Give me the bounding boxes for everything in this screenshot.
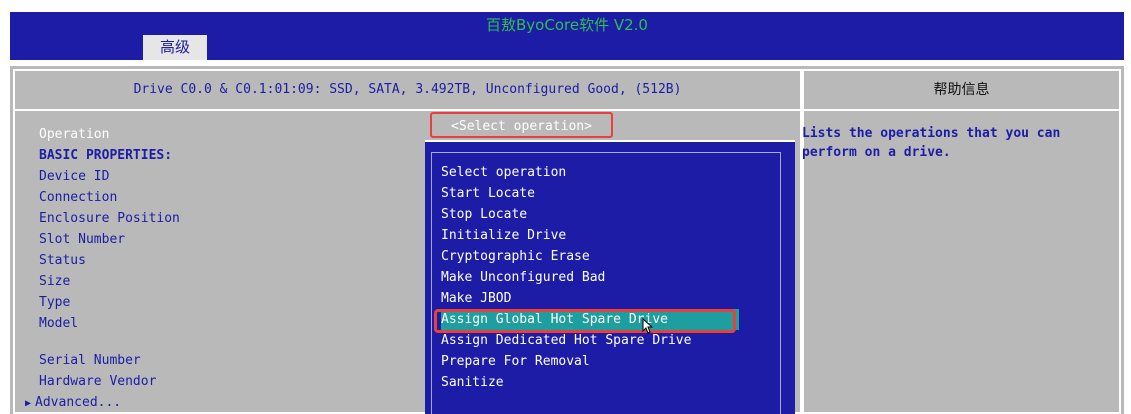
field-label-model: Model — [39, 316, 79, 331]
drive-header: Drive C0.0 & C0.1:01:09: SSD, SATA, 3.49… — [133, 82, 682, 97]
field-label-device-id: Device ID — [39, 169, 110, 184]
field-label-hardware-vendor: Hardware Vendor — [39, 374, 157, 389]
advanced-link-label: Advanced... — [35, 395, 122, 410]
help-text: Lists the operations that you can perfor… — [802, 126, 1061, 160]
field-label-slot-number: Slot Number — [39, 232, 126, 247]
option-stop-locate[interactable]: Stop Locate — [441, 204, 739, 225]
operation-dropdown: Select operation Start Locate Stop Locat… — [425, 140, 795, 414]
property-list: Operation BASIC PROPERTIES: Device ID Co… — [25, 124, 180, 413]
triangle-right-icon: ▶ — [25, 398, 32, 409]
option-make-unconfigured-bad[interactable]: Make Unconfigured Bad — [441, 267, 739, 288]
advanced-link[interactable]: ▶ Advanced... — [25, 392, 180, 413]
option-sanitize[interactable]: Sanitize — [441, 372, 739, 393]
option-cryptographic-erase[interactable]: Cryptographic Erase — [441, 246, 739, 267]
option-start-locate[interactable]: Start Locate — [441, 183, 739, 204]
option-initialize-drive[interactable]: Initialize Drive — [441, 225, 739, 246]
field-label-serial-number: Serial Number — [39, 353, 141, 368]
main-panel: Drive C0.0 & C0.1:01:09: SSD, SATA, 3.49… — [10, 66, 1124, 414]
option-make-jbod[interactable]: Make JBOD — [441, 288, 739, 309]
header-divider — [13, 109, 1121, 111]
field-label-size: Size — [39, 274, 71, 289]
field-label-connection: Connection — [39, 190, 118, 205]
field-label-enclosure-position: Enclosure Position — [39, 211, 180, 226]
field-label-status: Status — [39, 253, 86, 268]
highlight-callout-box — [434, 309, 736, 333]
help-frame — [802, 69, 1121, 414]
arrow-cursor-icon — [642, 318, 654, 334]
option-assign-dedicated-hot-spare-drive[interactable]: Assign Dedicated Hot Spare Drive — [441, 330, 739, 351]
operation-select[interactable]: <Select operation> — [430, 112, 613, 138]
option-select-operation[interactable]: Select operation — [441, 162, 739, 183]
field-label-type: Type — [39, 295, 71, 310]
help-title: 帮助信息 — [933, 82, 990, 98]
app-title: 百敖ByoCore软件 V2.0 — [486, 16, 648, 34]
tab-advanced[interactable]: 高级 — [143, 35, 207, 60]
option-prepare-for-removal[interactable]: Prepare For Removal — [441, 351, 739, 372]
bios-header: 百敖ByoCore软件 V2.0 高级 — [10, 12, 1124, 60]
section-heading-basic-properties: BASIC PROPERTIES: — [39, 148, 173, 163]
operation-options: Select operation Start Locate Stop Locat… — [441, 162, 739, 393]
field-label-operation[interactable]: Operation — [39, 124, 180, 145]
